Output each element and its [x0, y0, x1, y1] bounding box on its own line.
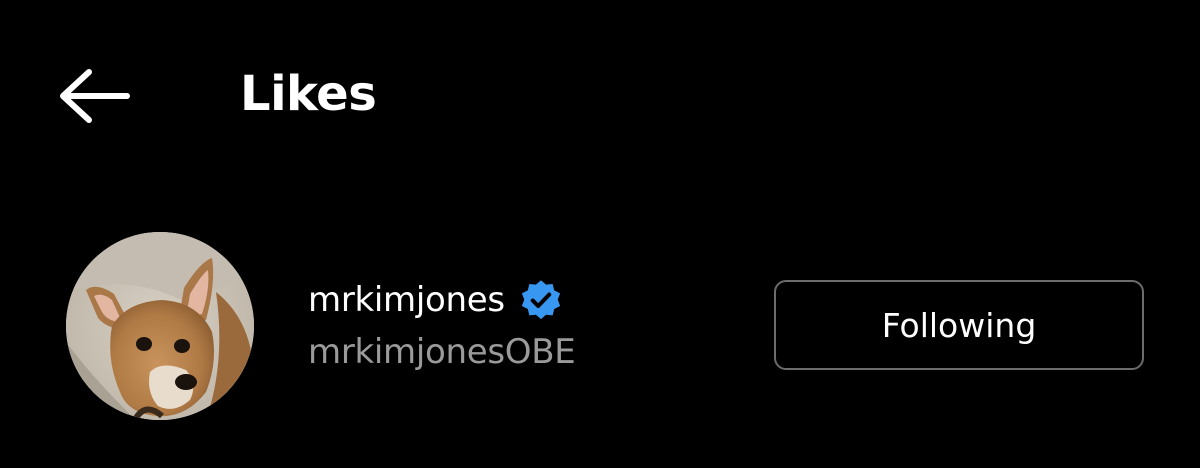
avatar-image	[66, 232, 254, 420]
arrow-left-icon	[60, 69, 130, 123]
list-item[interactable]: mrkimjones mrkimjonesOBE Following	[0, 222, 1200, 432]
username-line: mrkimjones	[308, 274, 728, 326]
page-title: Likes	[240, 66, 377, 122]
following-button[interactable]: Following	[774, 280, 1144, 370]
full-name: mrkimjonesOBE	[308, 332, 576, 372]
top-bar: Likes	[0, 0, 1200, 190]
user-info: mrkimjones mrkimjonesOBE	[308, 274, 728, 376]
back-button[interactable]	[48, 58, 138, 134]
avatar[interactable]	[66, 232, 254, 420]
verified-badge-icon	[521, 280, 560, 320]
username[interactable]: mrkimjones	[308, 274, 505, 326]
